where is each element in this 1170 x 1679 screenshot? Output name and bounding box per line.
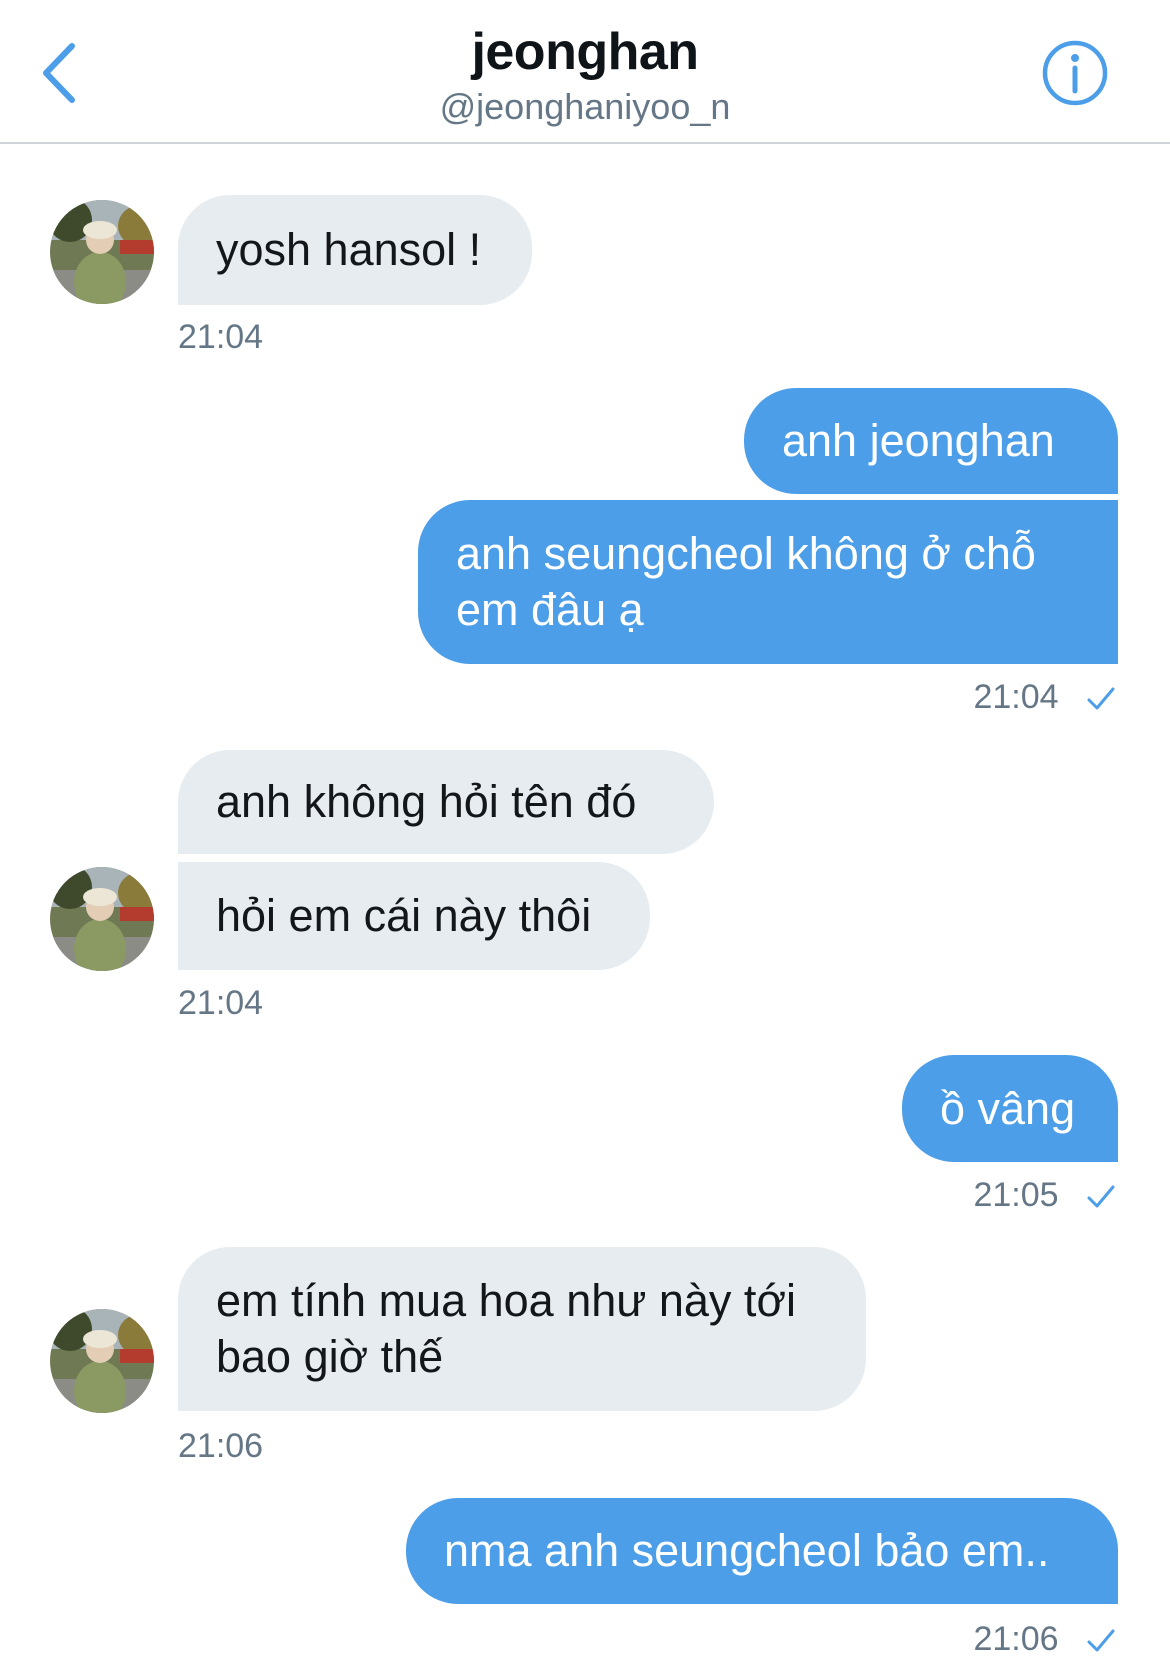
message-text: nma anh seungcheol bảo em..	[444, 1525, 1050, 1576]
checkmark-icon	[1087, 687, 1115, 710]
info-icon	[1042, 40, 1108, 106]
outgoing-message[interactable]: ồ vâng	[902, 1055, 1118, 1162]
incoming-message[interactable]: em tính mua hoa như này tới bao giờ thế	[178, 1247, 866, 1411]
avatar-photo	[50, 200, 154, 304]
message-text: ồ vâng	[940, 1082, 1076, 1134]
avatar-photo	[50, 867, 154, 971]
avatar[interactable]	[50, 200, 154, 304]
contact-handle: @jeonghaniyoo_n	[439, 86, 731, 127]
conversation-header: jeonghan @jeonghaniyoo_n	[0, 0, 1170, 144]
avatar-photo	[50, 1309, 154, 1413]
incoming-message[interactable]: yosh hansol !	[178, 195, 532, 305]
incoming-message[interactable]: anh không hỏi tên đó	[178, 750, 714, 854]
outgoing-message[interactable]: anh jeonghan	[744, 388, 1118, 494]
message-timestamp: 21:04	[178, 318, 264, 356]
contact-name: jeonghan	[471, 23, 699, 81]
avatar[interactable]	[50, 1309, 154, 1413]
message-status: 21:05	[860, 1176, 1116, 1215]
message-timestamp: 21:04	[973, 678, 1059, 716]
outgoing-message[interactable]: anh seungcheol không ở chỗ em đâu ạ	[418, 500, 1118, 664]
message-timestamp: 21:04	[178, 984, 264, 1022]
message-text: anh seungcheol không ở chỗ em đâu ạ	[456, 528, 1036, 635]
message-text: anh không hỏi tên đó	[216, 776, 637, 827]
checkmark-icon	[1087, 1629, 1115, 1652]
message-status: 21:06	[860, 1620, 1116, 1659]
message-timestamp: 21:05	[973, 1176, 1059, 1214]
message-text: anh jeonghan	[782, 415, 1055, 466]
message-text: em tính mua hoa như này tới bao giờ thế	[216, 1275, 796, 1382]
message-status: 21:04	[860, 678, 1116, 717]
avatar[interactable]	[50, 867, 154, 971]
outgoing-message[interactable]: nma anh seungcheol bảo em..	[406, 1498, 1118, 1604]
message-text: hỏi em cái này thôi	[216, 890, 592, 941]
info-button[interactable]	[1040, 38, 1110, 108]
checkmark-icon	[1087, 1185, 1115, 1208]
message-text: yosh hansol !	[216, 224, 482, 275]
message-timestamp: 21:06	[973, 1620, 1059, 1658]
incoming-message[interactable]: hỏi em cái này thôi	[178, 862, 650, 970]
message-timestamp: 21:06	[178, 1427, 264, 1465]
